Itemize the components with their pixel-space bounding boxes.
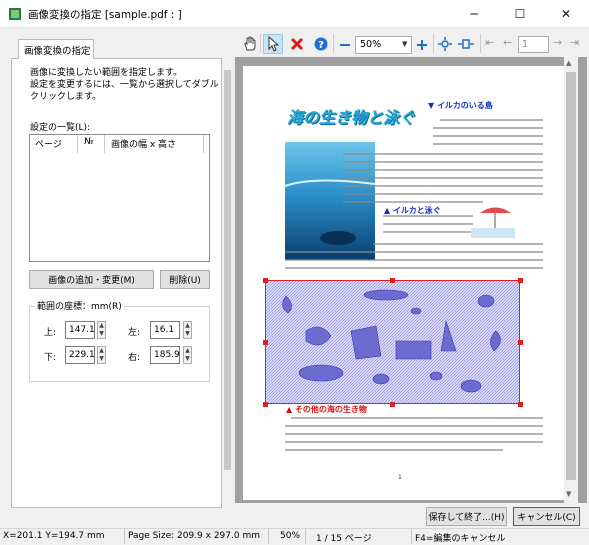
page-number-input[interactable]: 1 bbox=[518, 36, 549, 53]
window-title: 画像変換の指定 [sample.pdf : ] bbox=[28, 9, 182, 21]
minimize-button[interactable]: ─ bbox=[451, 0, 497, 28]
list-header-number[interactable]: № bbox=[84, 137, 93, 147]
resize-handle[interactable] bbox=[390, 278, 395, 283]
next-page-icon[interactable]: → bbox=[553, 36, 562, 49]
first-page-icon[interactable]: ⇤ bbox=[485, 36, 494, 49]
pointer-icon bbox=[268, 36, 280, 52]
close-button[interactable]: ✕ bbox=[543, 0, 589, 28]
status-page-size: Page Size: 209.9 x 297.0 mm bbox=[128, 531, 260, 541]
top-label: 上: bbox=[44, 328, 57, 338]
left-input[interactable]: 16.1 bbox=[150, 321, 180, 339]
top-spinner[interactable]: ▲ ▼ bbox=[97, 321, 106, 339]
list-header-page[interactable]: ページ bbox=[35, 137, 62, 150]
status-divider bbox=[268, 529, 269, 544]
description-line: 画像に変換したい範囲を指定します。 bbox=[30, 68, 183, 78]
left-label: 左: bbox=[128, 328, 141, 338]
resize-handle[interactable] bbox=[390, 402, 395, 407]
description: 画像に変換したい範囲を指定します。 設定を変更するには、一覧から選択してダブル … bbox=[30, 67, 220, 103]
left-spinner[interactable]: ▲ ▼ bbox=[183, 321, 192, 339]
coords-group-label: 範囲の座標：mm(R) bbox=[35, 299, 124, 312]
description-line: クリックします。 bbox=[30, 92, 102, 102]
resize-handle[interactable] bbox=[263, 278, 268, 283]
settings-list[interactable] bbox=[29, 134, 210, 262]
svg-text:?: ? bbox=[318, 40, 324, 51]
save-exit-button[interactable]: 保存して終了...(H) bbox=[426, 507, 507, 526]
list-header-size[interactable]: 画像の幅 x 高さ bbox=[111, 137, 176, 150]
status-divider bbox=[124, 529, 125, 544]
list-label: 設定の一覧(L): bbox=[30, 123, 91, 133]
resize-handle[interactable] bbox=[518, 402, 523, 407]
right-label: 右: bbox=[128, 353, 141, 363]
panel-scroll-thumb[interactable] bbox=[224, 70, 231, 470]
zoom-in-icon[interactable] bbox=[416, 39, 428, 51]
maximize-button[interactable]: ☐ bbox=[497, 0, 543, 28]
right-input[interactable]: 185.9 bbox=[150, 346, 180, 364]
delete-icon[interactable] bbox=[290, 37, 304, 51]
status-zoom: 50% bbox=[280, 531, 301, 541]
toolbar-divider bbox=[260, 34, 261, 53]
selection-region[interactable] bbox=[265, 280, 520, 404]
resize-handle[interactable] bbox=[518, 340, 523, 345]
bottom-spinner[interactable]: ▲ ▼ bbox=[97, 346, 106, 364]
bottom-label: 下: bbox=[44, 353, 57, 363]
fit-width-icon[interactable] bbox=[458, 37, 474, 51]
cancel-button[interactable]: キャンセル(C) bbox=[513, 507, 580, 526]
chevron-down-icon: ▼ bbox=[402, 40, 408, 48]
status-divider bbox=[411, 529, 412, 544]
description-line: 設定を変更するには、一覧から選択してダブル bbox=[30, 80, 219, 90]
column-divider bbox=[104, 135, 105, 153]
toolbar-divider bbox=[480, 34, 481, 53]
resize-handle[interactable] bbox=[518, 278, 523, 283]
status-page: 1 / 15 ページ bbox=[316, 534, 372, 544]
coords-group bbox=[29, 306, 210, 382]
panel-scrollbar[interactable] bbox=[222, 58, 233, 508]
prev-page-icon[interactable]: ← bbox=[503, 36, 512, 49]
tab-image-conversion[interactable]: 画像変換の指定 bbox=[18, 39, 94, 59]
delete-button[interactable]: 削除(U) bbox=[160, 270, 210, 289]
zoom-out-icon[interactable] bbox=[340, 44, 350, 46]
status-hint: F4=編集のキャンセル bbox=[415, 534, 506, 544]
add-image-button[interactable]: 画像の追加・変更(M) bbox=[29, 270, 154, 289]
viewer-scroll-thumb[interactable] bbox=[566, 72, 576, 480]
app-icon bbox=[9, 8, 21, 20]
scroll-up-icon[interactable]: ▲ bbox=[566, 59, 571, 67]
top-input[interactable]: 147.1 bbox=[65, 321, 95, 339]
toolbar-divider bbox=[333, 34, 334, 53]
last-page-icon[interactable]: ⇥ bbox=[570, 36, 579, 49]
fit-page-icon[interactable] bbox=[438, 37, 452, 51]
status-cursor: X=201.1 Y=194.7 mm bbox=[3, 531, 105, 541]
help-icon[interactable]: ? bbox=[314, 37, 328, 51]
selection-art bbox=[266, 281, 519, 403]
status-divider bbox=[305, 529, 306, 544]
column-divider bbox=[203, 135, 204, 153]
toolbar-divider bbox=[433, 34, 434, 53]
bottom-input[interactable]: 229.1 bbox=[65, 346, 95, 364]
scroll-down-icon[interactable]: ▼ bbox=[566, 490, 571, 498]
column-divider bbox=[77, 135, 78, 153]
resize-handle[interactable] bbox=[263, 402, 268, 407]
resize-handle[interactable] bbox=[263, 340, 268, 345]
right-spinner[interactable]: ▲ ▼ bbox=[183, 346, 192, 364]
hand-icon[interactable] bbox=[242, 36, 258, 52]
